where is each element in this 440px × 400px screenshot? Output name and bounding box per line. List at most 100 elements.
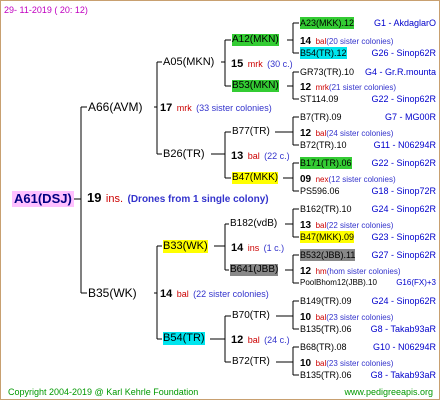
g4-queen-9: B162(TR).10 xyxy=(300,204,352,214)
g1-queen-1: A66(AVM) xyxy=(88,100,143,114)
g4-right-10: G23 - Sinop62R xyxy=(371,232,436,242)
g3-stats-1: 14 bal(20 sister colonies) xyxy=(300,34,393,48)
g3-note-5: (22 sister colonies) xyxy=(326,221,394,230)
g4-queen-10: B47(MKK).09 xyxy=(300,231,355,243)
g3-stats-4: 09 nex(12 sister colonies) xyxy=(300,172,396,186)
g3-queen-2: B53(MKN) xyxy=(232,80,279,92)
g4-queen-14: B135(TR).06 xyxy=(300,324,352,334)
g4-right-9: G24 - Sinop62R xyxy=(371,204,436,214)
g3-note-4: (12 sister colonies) xyxy=(328,175,396,184)
g3-subspecies-8: bal xyxy=(315,359,327,368)
g1-queen-2: B35(WK) xyxy=(88,286,137,300)
g2-subspecies-1: mrk xyxy=(247,59,263,69)
g2-subspecies-3: ins xyxy=(247,243,260,253)
root-queen: A61(DSJ) xyxy=(12,191,74,207)
g2-queen-3: B33(WK) xyxy=(163,240,208,253)
g2-queen-1: A05(MKN) xyxy=(163,56,215,68)
g3-queen-6: B641(JBB) xyxy=(230,264,279,276)
g2-subspecies-4: bal xyxy=(247,335,260,345)
root-subspecies: ins. xyxy=(105,193,124,205)
g4-queen-7: B171(TR).06 xyxy=(300,157,352,169)
g3-count-5: 13 xyxy=(300,220,312,231)
root-note: (Drones from 1 single colony) xyxy=(127,194,269,205)
g3-subspecies-4: nex xyxy=(315,175,329,184)
g3-count-7: 10 xyxy=(300,312,312,323)
g4-right-13: G24 - Sinop62R xyxy=(371,296,436,306)
g4-queen-5: B7(TR).09 xyxy=(300,112,342,122)
g3-subspecies-3: bal xyxy=(315,129,327,138)
g3-queen-4: B47(MKK) xyxy=(232,172,279,184)
footer-copyright: Copyright 2004-2019 @ Karl Kehrle Founda… xyxy=(8,387,199,397)
g4-queen-16: B135(TR).06 xyxy=(300,370,352,380)
g3-subspecies-7: bal xyxy=(315,313,327,322)
g3-note-8: (23 sister colonies) xyxy=(326,359,394,368)
g2-queen-4: B54(TR) xyxy=(163,332,205,345)
g2-note-1: (30 c.) xyxy=(267,59,293,69)
footer-url[interactable]: www.pedigreeapis.org xyxy=(344,386,433,398)
g3-stats-3: 12 bal(24 sister colonies) xyxy=(300,126,393,140)
g4-right-1: G1 - AkdaglarO xyxy=(373,18,436,28)
g3-stats-2: 12 mrk(21 sister colonies) xyxy=(300,80,396,94)
g3-queen-7: B70(TR) xyxy=(232,310,270,321)
g3-count-1: 14 xyxy=(300,36,312,47)
g4-right-12: G16(FX)+3 xyxy=(396,278,436,287)
g2-count-1: 15 xyxy=(231,58,244,70)
g4-queen-11: B532(JBB).11 xyxy=(300,249,356,261)
g2-stats-1: 15 mrk (30 c.) xyxy=(231,57,293,70)
pedigree-frame: { "date": "29- 11-2019 ( 20: 12)", "root… xyxy=(0,0,440,400)
g1-count-2: 14 xyxy=(160,288,173,300)
g4-queen-8: PS596.06 xyxy=(300,186,340,196)
g2-subspecies-2: bal xyxy=(247,151,260,161)
g4-right-16: G8 - Takab93aR xyxy=(370,370,436,380)
g3-queen-3: B77(TR) xyxy=(232,126,270,137)
g3-note-3: (24 sister colonies) xyxy=(326,129,394,138)
g1-count-1: 17 xyxy=(160,102,173,114)
g3-subspecies-5: bal xyxy=(315,221,327,230)
g3-queen-8: B72(TR) xyxy=(232,356,270,367)
g4-right-7: G22 - Sinop62R xyxy=(371,158,436,168)
g3-stats-5: 13 bal(22 sister colonies) xyxy=(300,218,393,232)
g4-queen-2: B54(TR).12 xyxy=(300,47,347,59)
g4-right-14: G8 - Takab93aR xyxy=(370,324,436,334)
g4-queen-13: B149(TR).09 xyxy=(300,296,352,306)
g3-stats-8: 10 bal(23 sister colonies) xyxy=(300,356,393,370)
root-count: 19 xyxy=(87,190,102,205)
date-stamp: 29- 11-2019 ( 20: 12) xyxy=(4,5,88,15)
g2-stats-3: 14 ins (1 c.) xyxy=(231,241,284,254)
g1-note-2: (22 sister colonies) xyxy=(193,289,269,299)
g4-right-15: G10 - N06294R xyxy=(372,342,436,352)
g3-count-8: 10 xyxy=(300,358,312,369)
g2-note-3: (1 c.) xyxy=(263,243,285,253)
g4-queen-6: B72(TR).10 xyxy=(300,140,347,150)
g3-subspecies-2: mrk xyxy=(315,83,329,92)
g3-note-2: (21 sister colonies) xyxy=(328,83,397,92)
g3-queen-1: A12(MKN) xyxy=(232,34,279,46)
g2-count-3: 14 xyxy=(231,242,244,254)
g3-count-2: 12 xyxy=(300,82,312,93)
g4-right-5: G7 - MG00R xyxy=(384,112,436,122)
g4-right-6: G11 - N06294R xyxy=(373,140,436,150)
g2-stats-2: 13 bal (22 c.) xyxy=(231,149,290,162)
g4-queen-1: A23(MKK).12 xyxy=(300,17,355,29)
g2-count-4: 12 xyxy=(231,334,244,346)
g1-note-1: (33 sister colonies) xyxy=(196,103,272,113)
g4-queen-15: B68(TR).08 xyxy=(300,342,347,352)
g4-right-4: G22 - Sinop62R xyxy=(371,94,436,104)
g2-note-2: (22 c.) xyxy=(264,151,290,161)
g3-stats-7: 10 bal(23 sister colonies) xyxy=(300,310,393,324)
g3-note-7: (23 sister colonies) xyxy=(326,313,394,322)
g4-right-8: G18 - Sinop72R xyxy=(371,186,436,196)
g4-queen-12: PoolBhom12(JBB).10 xyxy=(300,278,377,287)
g3-count-3: 12 xyxy=(300,128,312,139)
g1-stats-2: 14 bal (22 sister colonies) xyxy=(160,287,269,300)
g4-right-3: G4 - Gr.R.mounta xyxy=(364,67,436,77)
g3-queen-5: B182(vdB) xyxy=(230,218,278,229)
g3-subspecies-1: bal xyxy=(315,37,327,46)
g4-right-2: G26 - Sinop62R xyxy=(371,48,436,58)
g3-count-4: 09 xyxy=(300,174,312,185)
g4-right-11: G27 - Sinop62R xyxy=(371,250,436,260)
g3-note-6: (hom sister colonies) xyxy=(326,267,401,276)
g3-note-1: (20 sister colonies) xyxy=(326,37,394,46)
g2-count-2: 13 xyxy=(231,150,244,162)
g1-subspecies-2: bal xyxy=(176,289,189,299)
